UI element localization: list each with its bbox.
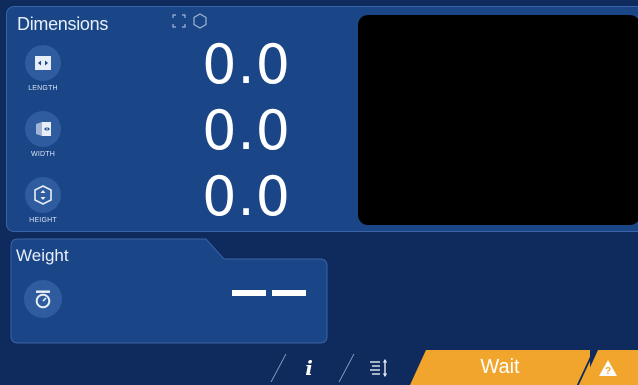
width-row: WIDTH 0.0 bbox=[21, 99, 291, 171]
warning-question-icon: ? bbox=[598, 359, 618, 382]
weight-value bbox=[232, 290, 306, 296]
weight-title: Weight bbox=[16, 246, 69, 265]
wait-button[interactable]: Wait bbox=[410, 350, 590, 385]
weight-panel: Weight bbox=[10, 238, 328, 344]
length-value: 0.0 bbox=[202, 33, 291, 96]
height-value: 0.0 bbox=[202, 165, 291, 228]
bottom-bar: i Wait ? bbox=[0, 350, 638, 385]
width-value: 0.0 bbox=[202, 99, 291, 162]
width-icon bbox=[25, 111, 61, 147]
height-row: HEIGHT 0.0 bbox=[21, 165, 291, 237]
length-icon bbox=[25, 45, 61, 81]
box-outline-icon[interactable] bbox=[172, 14, 186, 33]
weight-dash bbox=[232, 290, 266, 296]
dimensions-panel: Dimensions LENGTH 0.0 WIDTH 0.0 HEIGHT 0… bbox=[6, 6, 638, 232]
info-button[interactable]: i bbox=[296, 354, 322, 382]
weight-dash bbox=[272, 290, 306, 296]
hexagon-icon[interactable] bbox=[192, 13, 208, 34]
divider bbox=[338, 354, 355, 382]
length-row: LENGTH 0.0 bbox=[21, 33, 291, 105]
divider bbox=[270, 354, 287, 382]
length-label: LENGTH bbox=[28, 85, 58, 92]
height-icon bbox=[25, 177, 61, 213]
dimensions-title: Dimensions bbox=[17, 14, 109, 34]
height-label: HEIGHT bbox=[29, 217, 57, 224]
svg-text:?: ? bbox=[605, 366, 611, 377]
scale-icon bbox=[24, 280, 62, 318]
width-label: WIDTH bbox=[31, 151, 55, 158]
sort-list-icon[interactable] bbox=[368, 358, 390, 378]
camera-view[interactable] bbox=[358, 15, 638, 225]
dimensions-mode-icons bbox=[172, 13, 208, 34]
